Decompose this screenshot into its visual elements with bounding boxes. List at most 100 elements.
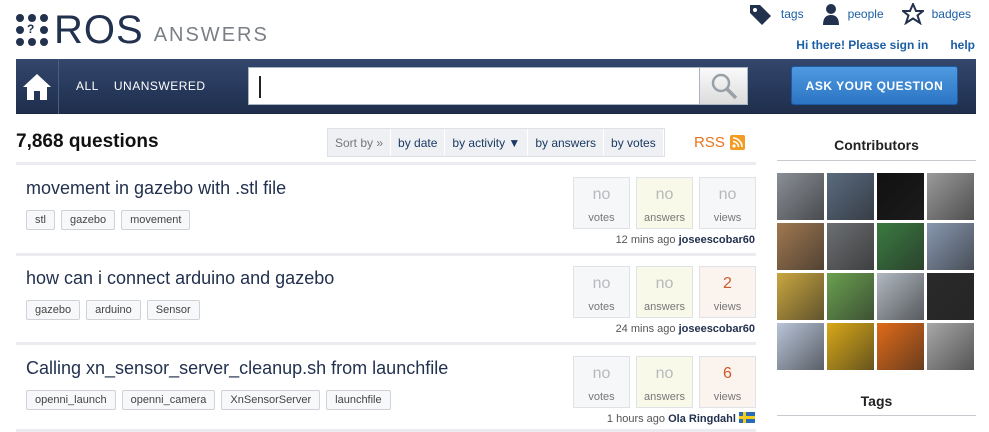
answers-count: no xyxy=(655,275,674,292)
question-count: 7,868 questions xyxy=(16,131,159,152)
rss-link[interactable]: RSS xyxy=(694,134,745,151)
magnifier-icon xyxy=(711,73,737,100)
tag-chip[interactable]: stl xyxy=(26,210,55,230)
votes-count: no xyxy=(592,275,611,292)
nav-all[interactable]: ALL xyxy=(76,79,99,93)
contributor-avatar[interactable] xyxy=(827,273,874,320)
activity-user[interactable]: joseescobar60 xyxy=(679,323,755,335)
sort-by-date[interactable]: by date xyxy=(391,129,446,156)
question-stats: no votes no answers 6 views xyxy=(573,356,756,408)
tag-chip[interactable]: openni_launch xyxy=(26,390,116,410)
contributor-avatar[interactable] xyxy=(877,223,924,270)
sweden-flag-icon xyxy=(739,412,755,423)
contributor-avatar[interactable] xyxy=(927,273,974,320)
logo-product: ANSWERS xyxy=(153,23,269,46)
tag-chip[interactable]: Sensor xyxy=(146,300,200,320)
contributors-grid xyxy=(777,173,976,370)
tag-icon xyxy=(749,5,771,25)
ros-dots-icon: ? xyxy=(16,14,48,46)
divider xyxy=(16,253,756,256)
answers-box: no answers xyxy=(636,356,693,408)
activity-user[interactable]: Ola Ringdahl xyxy=(668,413,736,425)
search-input[interactable] xyxy=(248,67,700,105)
views-count: 6 xyxy=(723,365,732,382)
tag-chip[interactable]: openni_camera xyxy=(121,390,216,410)
sort-prefix: Sort by » xyxy=(328,129,392,156)
sidebar-divider xyxy=(777,415,976,416)
sidebar-divider xyxy=(777,160,976,161)
tag-chip[interactable]: gazebo xyxy=(61,210,116,230)
main-navbar: ALL UNANSWERED ASK YOUR QUESTION xyxy=(16,59,976,114)
views-count: 2 xyxy=(723,275,732,292)
signin-area: Hi there! Please sign in help xyxy=(796,38,975,52)
votes-box: no votes xyxy=(573,177,630,229)
sort-by-answers[interactable]: by answers xyxy=(528,129,605,156)
contributor-avatar[interactable] xyxy=(877,323,924,370)
nav-people-label: people xyxy=(847,7,884,21)
answers-label: answers xyxy=(644,212,685,224)
activity-time: 24 mins ago xyxy=(615,323,676,335)
activity-user[interactable]: joseescobar60 xyxy=(679,234,755,246)
views-count: no xyxy=(718,186,737,203)
question-stats: no votes no answers no views xyxy=(573,177,756,229)
contributor-avatar[interactable] xyxy=(927,323,974,370)
nav-tags-label: tags xyxy=(780,7,804,21)
home-button[interactable] xyxy=(16,59,59,114)
tag-chip[interactable]: movement xyxy=(121,210,191,230)
tags-title: Tags xyxy=(860,393,893,409)
nav-badges[interactable]: badges xyxy=(901,3,971,25)
votes-count: no xyxy=(592,365,611,382)
answers-box: no answers xyxy=(636,266,693,318)
views-label: views xyxy=(713,391,742,403)
answers-count: no xyxy=(655,186,674,203)
votes-box: no votes xyxy=(573,266,630,318)
site-logo[interactable]: ? ROS ANSWERS xyxy=(16,10,269,50)
nav-people[interactable]: people xyxy=(822,3,884,25)
person-icon xyxy=(822,4,839,25)
contributor-avatar[interactable] xyxy=(827,323,874,370)
contributor-avatar[interactable] xyxy=(827,173,874,220)
nav-unanswered[interactable]: UNANSWERED xyxy=(114,79,206,93)
answers-label: answers xyxy=(644,301,685,313)
contributor-avatar[interactable] xyxy=(777,223,824,270)
sort-by-activity[interactable]: by activity ▼ xyxy=(445,129,529,156)
contributor-avatar[interactable] xyxy=(877,273,924,320)
contributor-avatar[interactable] xyxy=(927,173,974,220)
contributor-avatar[interactable] xyxy=(877,173,924,220)
views-box: 2 views xyxy=(699,266,756,318)
signin-link[interactable]: Hi there! Please sign in xyxy=(796,38,928,52)
votes-label: votes xyxy=(588,301,615,313)
contributor-avatar[interactable] xyxy=(777,173,824,220)
tag-chip[interactable]: gazebo xyxy=(26,300,81,320)
views-label: views xyxy=(713,301,742,313)
tag-chip[interactable]: arduino xyxy=(86,300,141,320)
contributor-avatar[interactable] xyxy=(777,273,824,320)
nav-badges-label: badges xyxy=(931,7,971,21)
nav-tags[interactable]: tags xyxy=(749,3,804,25)
question-meta: 1 hours ago Ola Ringdahl xyxy=(607,412,755,425)
top-navigation: tags people badges xyxy=(749,3,971,25)
answers-box: no answers xyxy=(636,177,693,229)
contributor-avatar[interactable] xyxy=(777,323,824,370)
votes-label: votes xyxy=(588,212,615,224)
help-link[interactable]: help xyxy=(950,38,975,52)
question-meta: 24 mins ago joseescobar60 xyxy=(616,323,755,335)
views-box: no views xyxy=(699,177,756,229)
scope-links: ALL UNANSWERED xyxy=(76,79,206,93)
logo-brand: ROS xyxy=(54,8,144,52)
ask-question-button[interactable]: ASK YOUR QUESTION xyxy=(791,66,958,105)
answers-count: no xyxy=(655,365,674,382)
views-label: views xyxy=(713,212,742,224)
search-button[interactable] xyxy=(699,67,748,105)
home-icon xyxy=(23,73,51,100)
sort-by-votes[interactable]: by votes xyxy=(604,129,664,156)
tag-chip[interactable]: XnSensorServer xyxy=(221,390,321,410)
contributor-avatar[interactable] xyxy=(827,223,874,270)
tag-chip[interactable]: launchfile xyxy=(326,390,391,410)
badge-star-icon xyxy=(901,3,924,25)
contributor-avatar[interactable] xyxy=(927,223,974,270)
divider xyxy=(16,162,756,165)
activity-time: 1 hours ago xyxy=(606,413,666,425)
contributors-title: Contributors xyxy=(834,137,919,153)
rss-label: RSS xyxy=(694,134,725,151)
